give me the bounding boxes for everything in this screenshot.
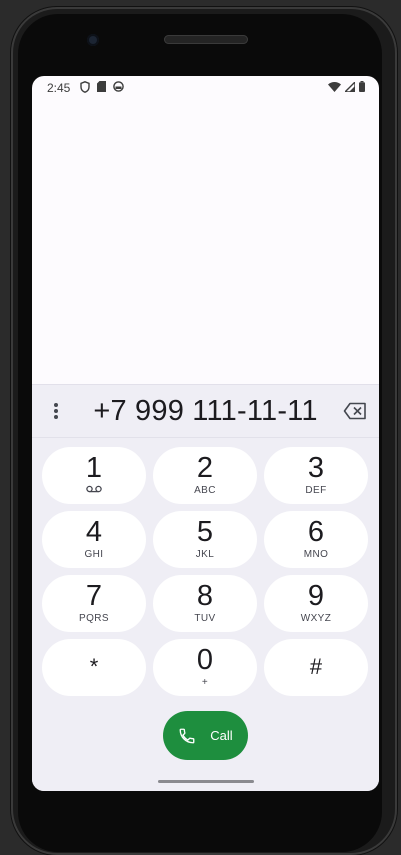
key-7[interactable]: 7 PQRS (42, 575, 146, 632)
key-letters: + (201, 677, 209, 688)
key-digit: * (89, 654, 99, 679)
key-letters: MNO (303, 549, 329, 560)
key-digit: 1 (85, 452, 103, 484)
dialed-number[interactable]: +7 999 111-11-11 (32, 395, 379, 428)
key-5[interactable]: 5 JKL (153, 511, 257, 568)
key-6[interactable]: 6 MNO (264, 511, 368, 568)
key-letters: TUV (194, 613, 216, 624)
battery-icon (359, 81, 365, 92)
key-letters: GHI (84, 549, 104, 560)
key-2[interactable]: 2 ABC (153, 447, 257, 504)
key-digit: 7 (85, 580, 103, 612)
key-digit: 3 (307, 452, 325, 484)
key-digit: 0 (196, 644, 214, 676)
key-hash[interactable]: # (264, 639, 368, 696)
signal-icon (345, 81, 355, 92)
screen: 2:45 +7 999 111-11-11 1 2 ABC 3 DEF 4 GH… (32, 76, 379, 791)
number-row: +7 999 111-11-11 (32, 385, 379, 438)
dialpad: +7 999 111-11-11 1 2 ABC 3 DEF 4 GHI 5 J… (32, 384, 379, 791)
key-letters: ABC (194, 485, 216, 496)
key-1[interactable]: 1 (42, 447, 146, 504)
key-digit: 6 (307, 516, 325, 548)
call-button[interactable]: Call (163, 711, 248, 760)
voicemail-icon (86, 485, 102, 493)
status-icons-right (328, 81, 365, 92)
key-letters: WXYZ (300, 613, 332, 624)
shield-icon (80, 81, 90, 93)
android-icon (113, 81, 124, 92)
key-digit: 4 (85, 516, 103, 548)
wifi-icon (328, 81, 341, 92)
key-digit: # (309, 654, 323, 679)
status-bar: 2:45 (32, 76, 379, 100)
key-digit: 2 (196, 452, 214, 484)
key-digit: 9 (307, 580, 325, 612)
key-digit: 5 (196, 516, 214, 548)
front-camera (87, 34, 99, 46)
status-time: 2:45 (47, 81, 71, 95)
key-letters: PQRS (79, 613, 109, 624)
key-star[interactable]: * (42, 639, 146, 696)
sim-card-icon (97, 81, 106, 92)
key-digit: 8 (196, 580, 214, 612)
call-label: Call (210, 728, 233, 743)
keypad: 1 2 ABC 3 DEF 4 GHI 5 JKL 6 MNO 7 PQRS 8… (42, 447, 368, 696)
key-4[interactable]: 4 GHI (42, 511, 146, 568)
key-8[interactable]: 8 TUV (153, 575, 257, 632)
status-icons-left (80, 81, 124, 93)
key-3[interactable]: 3 DEF (264, 447, 368, 504)
earpiece-speaker (164, 35, 248, 44)
key-letters: JKL (195, 549, 215, 560)
key-letters: DEF (305, 485, 327, 496)
key-0[interactable]: 0 + (153, 639, 257, 696)
backspace-icon[interactable] (343, 402, 367, 420)
phone-icon (179, 728, 195, 743)
gesture-nav-handle[interactable] (158, 780, 254, 783)
key-9[interactable]: 9 WXYZ (264, 575, 368, 632)
